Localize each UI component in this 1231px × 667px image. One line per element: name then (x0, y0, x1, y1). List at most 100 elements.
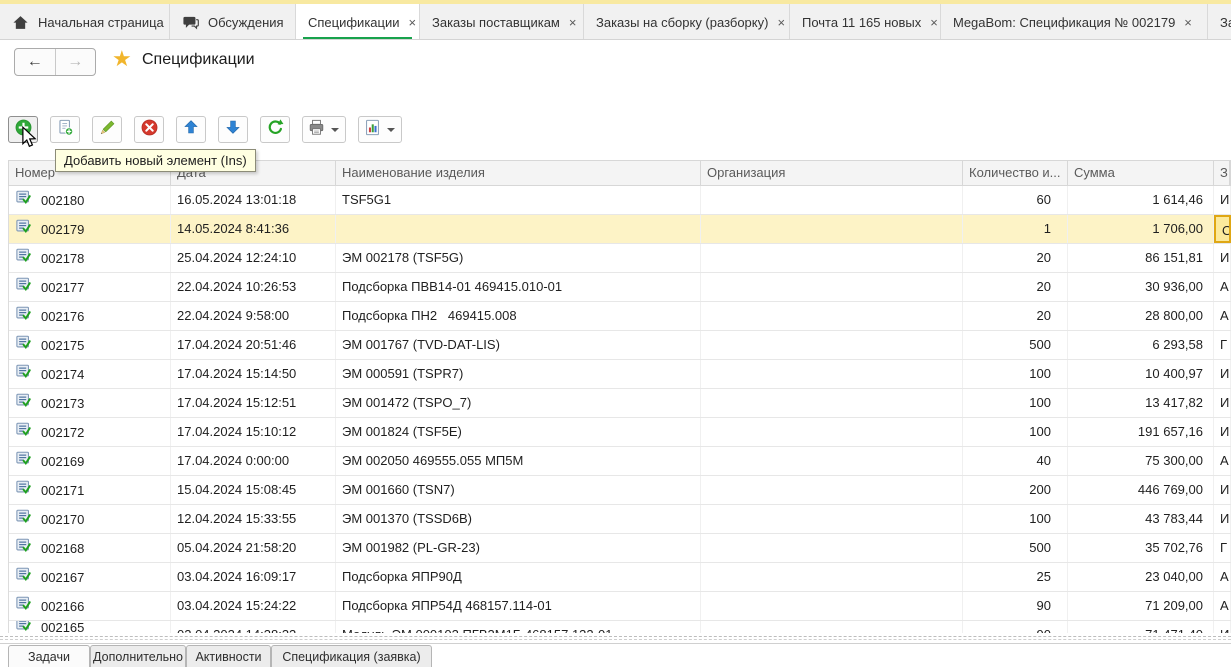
back-button[interactable]: ← (15, 49, 56, 75)
refresh-button[interactable] (260, 116, 290, 143)
edit-button[interactable] (92, 116, 122, 143)
product-name-cell: Подсборка ЯПР54Д 468157.114-01 (336, 592, 701, 620)
column-header-organization[interactable]: Организация (701, 161, 963, 185)
close-icon[interactable]: × (409, 16, 417, 29)
date-cell: 03.04.2024 16:09:17 (171, 563, 336, 591)
column-header-sum[interactable]: Сумма (1068, 161, 1214, 185)
app-window: Начальная страница × Обсуждения × Спец (0, 0, 1231, 667)
table-row[interactable]: 002179 14.05.2024 8:41:36 1 1 706,00 О (9, 215, 1231, 244)
chat-icon (182, 14, 199, 31)
document-posted-icon (16, 621, 32, 633)
spec-number: 002165 (41, 621, 84, 633)
quantity-cell: 90 (963, 621, 1068, 633)
sum-cell: 30 936,00 (1068, 273, 1214, 301)
delete-icon (140, 118, 159, 142)
product-name-cell (336, 215, 701, 243)
organization-cell (701, 447, 963, 475)
organization-cell (701, 389, 963, 417)
date-cell: 17.04.2024 15:10:12 (171, 418, 336, 446)
table-row[interactable]: 002175 17.04.2024 20:51:46 ЭМ 001767 (TV… (9, 331, 1231, 360)
spec-number: 002173 (41, 390, 84, 417)
spec-number: 002167 (41, 564, 84, 591)
tail-cell: А (1214, 592, 1231, 620)
date-cell: 03.04.2024 15:24:22 (171, 592, 336, 620)
bottom-tab[interactable]: Спецификация (заявка) (271, 645, 432, 667)
quantity-cell: 25 (963, 563, 1068, 591)
bottom-tab[interactable]: Задачи (8, 645, 90, 667)
spec-number: 002170 (41, 506, 84, 533)
spec-number: 002176 (41, 303, 84, 330)
app-tab[interactable]: MegaBom: Спецификация № 002179 × (941, 4, 1208, 40)
sum-cell: 35 702,76 (1068, 534, 1214, 562)
product-name-cell: Подсборка ПВВ14-01 469415.010-01 (336, 273, 701, 301)
column-header-quantity[interactable]: Количество и... (963, 161, 1068, 185)
table-row[interactable]: 002173 17.04.2024 15:12:51 ЭМ 001472 (TS… (9, 389, 1231, 418)
move-up-button[interactable] (176, 116, 206, 143)
tail-cell: А (1214, 563, 1231, 591)
spec-number: 002180 (41, 187, 84, 214)
bottom-tab-label: Спецификация (заявка) (282, 650, 420, 664)
document-posted-icon (16, 332, 32, 359)
number-cell: 002169 (9, 447, 171, 475)
organization-cell (701, 244, 963, 272)
spec-number: 002179 (41, 216, 84, 243)
page-title: Спецификации (142, 51, 255, 69)
app-tab[interactable]: Почта 11 165 новых × (790, 4, 941, 40)
bottom-tab[interactable]: Активности (186, 645, 271, 667)
product-name-cell: ЭМ 001767 (TVD-DAT-LIS) (336, 331, 701, 359)
close-icon[interactable]: × (930, 16, 938, 29)
organization-cell (701, 186, 963, 214)
organization-cell (701, 592, 963, 620)
sum-cell: 13 417,82 (1068, 389, 1214, 417)
app-tab[interactable]: За × (1208, 4, 1231, 40)
app-tab[interactable]: Обсуждения × (170, 4, 296, 40)
table-row[interactable]: 002166 03.04.2024 15:24:22 Подсборка ЯПР… (9, 592, 1231, 621)
tab-label: Спецификации (308, 15, 400, 30)
copy-button[interactable] (50, 116, 80, 143)
forward-button[interactable]: → (56, 49, 96, 75)
app-tab[interactable]: Спецификации × (296, 4, 420, 40)
close-icon[interactable]: × (777, 16, 785, 29)
organization-cell (701, 360, 963, 388)
print-button[interactable] (302, 116, 346, 143)
table-row[interactable]: 002169 17.04.2024 0:00:00 ЭМ 002050 4695… (9, 447, 1231, 476)
tail-cell: И (1214, 244, 1231, 272)
bottom-tab[interactable]: Дополнительно (90, 645, 186, 667)
app-tab[interactable]: Заказы на сборку (разборку) × (584, 4, 790, 40)
sum-cell: 1 706,00 (1068, 215, 1214, 243)
table-row[interactable]: 002171 15.04.2024 15:08:45 ЭМ 001660 (TS… (9, 476, 1231, 505)
organization-cell (701, 418, 963, 446)
table-row[interactable]: 002167 03.04.2024 16:09:17 Подсборка ЯПР… (9, 563, 1231, 592)
delete-button[interactable] (134, 116, 164, 143)
tab-label: Почта 11 165 новых (802, 15, 921, 30)
number-cell: 002165 (9, 621, 171, 633)
table-row[interactable]: 002165 02.04.2024 14:38:32 Модуль ЭМ 000… (9, 621, 1231, 633)
column-header-tail[interactable]: З (1214, 161, 1230, 185)
tail-cell: И (1214, 418, 1231, 446)
organization-cell (701, 534, 963, 562)
table-row[interactable]: 002176 22.04.2024 9:58:00 Подсборка ПН2 … (9, 302, 1231, 331)
report-button[interactable] (358, 116, 402, 143)
copy-icon (56, 118, 75, 142)
table-row[interactable]: 002172 17.04.2024 15:10:12 ЭМ 001824 (TS… (9, 418, 1231, 447)
bottom-tab-label: Активности (195, 650, 261, 664)
date-cell: 17.04.2024 15:12:51 (171, 389, 336, 417)
app-tab[interactable]: Начальная страница × (0, 4, 170, 40)
table-row[interactable]: 002168 05.04.2024 21:58:20 ЭМ 001982 (PL… (9, 534, 1231, 563)
app-tab[interactable]: Заказы поставщикам × (420, 4, 584, 40)
organization-cell (701, 331, 963, 359)
move-down-button[interactable] (218, 116, 248, 143)
table-row[interactable]: 002178 25.04.2024 12:24:10 ЭМ 002178 (TS… (9, 244, 1231, 273)
favorite-star-icon[interactable]: ★ (112, 46, 132, 72)
close-icon[interactable]: × (569, 16, 577, 29)
table-row[interactable]: 002170 12.04.2024 15:33:55 ЭМ 001370 (TS… (9, 505, 1231, 534)
date-cell: 22.04.2024 10:26:53 (171, 273, 336, 301)
tail-cell: Г (1214, 534, 1231, 562)
table-row[interactable]: 002174 17.04.2024 15:14:50 ЭМ 000591 (TS… (9, 360, 1231, 389)
table-row[interactable]: 002177 22.04.2024 10:26:53 Подсборка ПВВ… (9, 273, 1231, 302)
specifications-list: Номер Дата Наименование изделия Организа… (8, 160, 1231, 633)
spec-number: 002172 (41, 419, 84, 446)
table-row[interactable]: 002180 16.05.2024 13:01:18 TSF5G1 60 1 6… (9, 186, 1231, 215)
column-header-product[interactable]: Наименование изделия (336, 161, 701, 185)
close-icon[interactable]: × (1184, 16, 1192, 29)
